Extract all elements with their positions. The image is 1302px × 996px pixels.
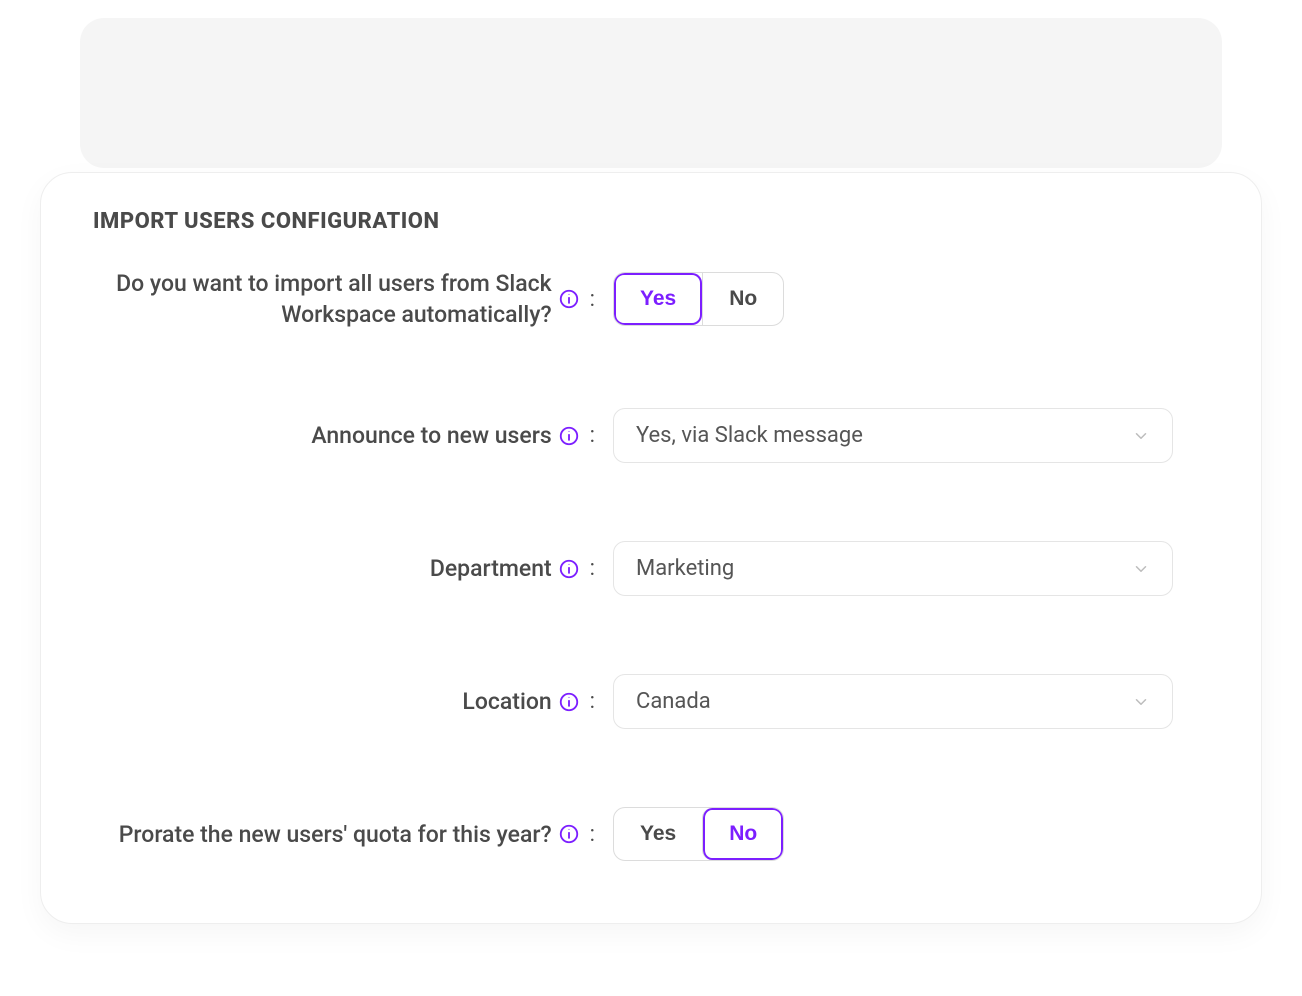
control-col: Yes No — [613, 272, 1209, 326]
prorate-no-button[interactable]: No — [702, 808, 783, 860]
location-select[interactable]: Canada — [613, 674, 1173, 729]
info-icon[interactable] — [558, 558, 580, 580]
prorate-segmented: Yes No — [613, 807, 784, 861]
auto-import-yes-button[interactable]: Yes — [614, 273, 702, 325]
background-card — [80, 18, 1222, 168]
auto-import-label: Do you want to import all users from Sla… — [93, 268, 552, 330]
card-title: IMPORT USERS CONFIGURATION — [93, 209, 1209, 234]
control-col: Canada — [613, 674, 1209, 729]
row-auto-import: Do you want to import all users from Sla… — [93, 268, 1209, 330]
label-col: Department : — [93, 553, 613, 584]
row-department: Department : Marketing — [93, 541, 1209, 596]
control-col: Marketing — [613, 541, 1209, 596]
row-location: Location : Canada — [93, 674, 1209, 729]
chevron-down-icon — [1132, 560, 1150, 578]
colon: : — [590, 822, 595, 847]
control-col: Yes, via Slack message — [613, 408, 1209, 463]
auto-import-segmented: Yes No — [613, 272, 784, 326]
label-col: Location : — [93, 686, 613, 717]
label-col: Prorate the new users' quota for this ye… — [93, 819, 613, 850]
auto-import-no-button[interactable]: No — [702, 273, 783, 325]
row-announce: Announce to new users : Yes, via Slack m… — [93, 408, 1209, 463]
label-col: Announce to new users : — [93, 420, 613, 451]
info-icon[interactable] — [558, 425, 580, 447]
colon: : — [590, 423, 595, 448]
colon: : — [590, 689, 595, 714]
form-rows: Do you want to import all users from Sla… — [93, 268, 1209, 861]
chevron-down-icon — [1132, 693, 1150, 711]
info-icon[interactable] — [558, 691, 580, 713]
department-value: Marketing — [636, 556, 734, 581]
colon: : — [590, 287, 595, 312]
department-label: Department — [430, 553, 552, 584]
colon: : — [590, 556, 595, 581]
location-label: Location — [462, 686, 551, 717]
announce-value: Yes, via Slack message — [636, 423, 863, 448]
announce-label: Announce to new users — [311, 420, 551, 451]
chevron-down-icon — [1132, 427, 1150, 445]
department-select[interactable]: Marketing — [613, 541, 1173, 596]
row-prorate: Prorate the new users' quota for this ye… — [93, 807, 1209, 861]
control-col: Yes No — [613, 807, 1209, 861]
info-icon[interactable] — [558, 288, 580, 310]
prorate-label: Prorate the new users' quota for this ye… — [119, 819, 552, 850]
announce-select[interactable]: Yes, via Slack message — [613, 408, 1173, 463]
label-col: Do you want to import all users from Sla… — [93, 268, 613, 330]
location-value: Canada — [636, 689, 711, 714]
info-icon[interactable] — [558, 823, 580, 845]
prorate-yes-button[interactable]: Yes — [614, 808, 702, 860]
config-card: IMPORT USERS CONFIGURATION Do you want t… — [40, 172, 1262, 924]
